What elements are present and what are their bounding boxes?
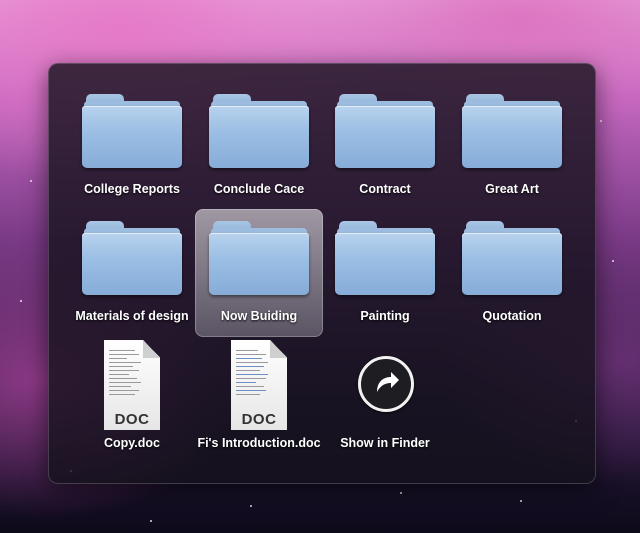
folder-icon — [335, 94, 435, 170]
folder-icon — [209, 94, 309, 170]
folder-item-quotation[interactable]: Quotation — [448, 209, 576, 337]
folder-icon — [335, 221, 435, 297]
show-in-finder-button[interactable]: Show in Finder — [321, 336, 449, 464]
folder-icon — [82, 94, 182, 170]
stack-grid-panel: College Reports Conclude Cace Contract G… — [48, 63, 596, 484]
show-in-finder-label: Show in Finder — [340, 436, 430, 450]
folder-icon — [462, 94, 562, 170]
item-label: Quotation — [482, 309, 542, 323]
arrow-curve-right-icon — [358, 356, 414, 412]
folder-icon — [462, 221, 562, 297]
folder-item-great-art[interactable]: Great Art — [448, 82, 576, 210]
folder-icon — [209, 221, 309, 297]
doc-file-icon: DOC — [104, 340, 160, 430]
folder-icon — [82, 221, 182, 297]
doc-extension-label: DOC — [114, 411, 150, 428]
doc-file-icon: DOC — [231, 340, 287, 430]
doc-extension-label: DOC — [241, 411, 277, 428]
item-label: Great Art — [485, 182, 539, 196]
